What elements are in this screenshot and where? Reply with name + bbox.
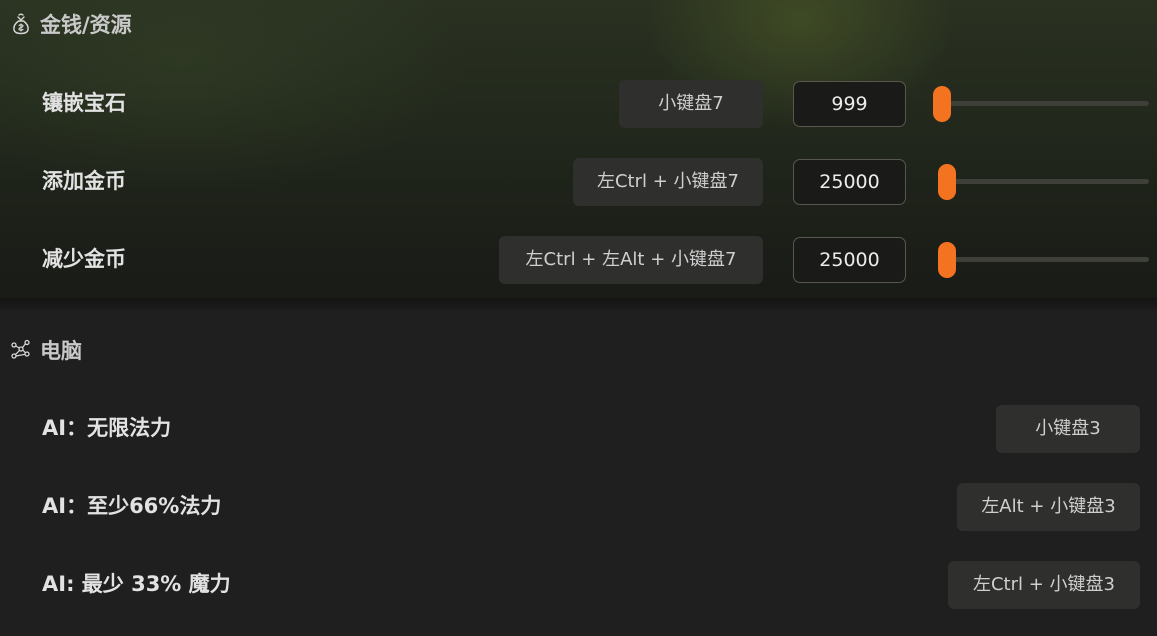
slider-thumb-gems[interactable] [933, 86, 951, 122]
hotkey-button-remove-gold[interactable]: 左Ctrl + 左Alt + 小键盘7 [499, 236, 763, 284]
section-title: 电脑 [40, 339, 82, 363]
row-label-ai-min-66-mana: AI：至少66%法力 [42, 494, 222, 518]
row-label-gems: 镶嵌宝石 [42, 91, 126, 115]
ai-section-header: 电脑 [10, 335, 82, 365]
hotkey-button-gems[interactable]: 小键盘7 [619, 80, 763, 128]
money-section-header: 金钱/资源 [10, 9, 132, 39]
row-label-add-gold: 添加金币 [42, 169, 126, 193]
section-divider [0, 298, 1157, 310]
slider-thumb-remove-gold[interactable] [938, 242, 956, 278]
section-title: 金钱/资源 [40, 13, 132, 37]
hotkey-button-ai-min-66-mana[interactable]: 左Alt + 小键盘3 [957, 483, 1140, 531]
value-input-remove-gold[interactable] [793, 237, 906, 283]
hotkey-button-ai-infinite-mana[interactable]: 小键盘3 [996, 405, 1140, 453]
network-icon [10, 339, 32, 361]
hotkey-button-ai-min-33-mana[interactable]: 左Ctrl + 小键盘3 [948, 561, 1140, 609]
slider-track-remove-gold[interactable] [942, 257, 1149, 262]
trainer-panel: 金钱/资源 镶嵌宝石 小键盘7 添加金币 左Ctrl + 小键盘7 减少金币 左… [0, 0, 1157, 636]
value-input-gems[interactable] [793, 81, 906, 127]
money-bag-icon [10, 13, 32, 35]
hotkey-button-add-gold[interactable]: 左Ctrl + 小键盘7 [573, 158, 763, 206]
slider-track-add-gold[interactable] [942, 179, 1149, 184]
row-label-remove-gold: 减少金币 [42, 247, 126, 271]
slider-track-gems[interactable] [942, 101, 1149, 106]
row-label-ai-min-33-mana: AI: 最少 33% 魔力 [42, 572, 231, 596]
row-label-ai-infinite-mana: AI：无限法力 [42, 416, 172, 440]
slider-thumb-add-gold[interactable] [938, 164, 956, 200]
value-input-add-gold[interactable] [793, 159, 906, 205]
